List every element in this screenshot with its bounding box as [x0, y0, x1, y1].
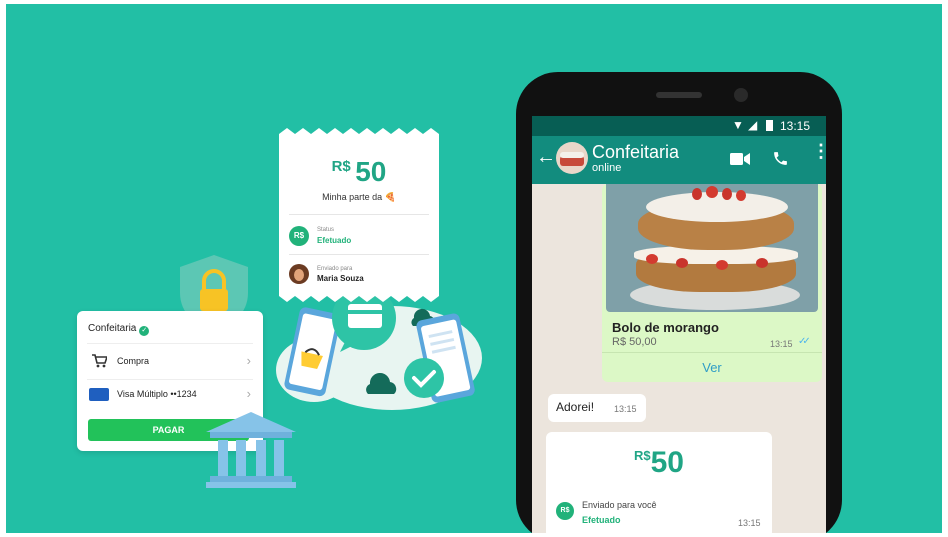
divider: [87, 343, 253, 344]
status-value: Efetuado: [317, 236, 352, 245]
payment-time: 13:15: [738, 518, 761, 528]
purchase-label: Compra: [117, 356, 150, 366]
signal-icon: ◢: [748, 118, 758, 132]
receipt-note: Minha parte da 🍕: [322, 192, 396, 202]
phone-camera: [734, 88, 748, 102]
battery-icon: [766, 120, 773, 131]
payment-receipt: R$ 50 Minha parte da 🍕 R$ Status Efetuad…: [279, 128, 439, 302]
divider: [289, 254, 429, 255]
video-call-icon[interactable]: [730, 152, 750, 166]
payment-status: Efetuado: [582, 515, 621, 525]
rs-badge: R$: [556, 502, 574, 520]
phone-device: ▼ ◢ 13:15 ← Confeitaria online ⋮ Bolo de…: [516, 72, 842, 533]
receipt-currency: R$: [331, 158, 351, 175]
payment-message[interactable]: R$50 R$ Enviado para você Efetuado 13:15: [546, 432, 772, 533]
product-time: 13:15: [770, 339, 793, 349]
phone-speaker: [656, 92, 702, 98]
chevron-right-icon: ›: [246, 386, 251, 401]
divider: [602, 352, 822, 353]
status-bar: ▼ ◢ 13:15: [532, 116, 826, 136]
payment-amount: R$50: [546, 446, 772, 480]
purchase-row[interactable]: Compra ›: [77, 347, 263, 377]
avatar: [289, 264, 309, 284]
contact-name[interactable]: Confeitaria: [592, 142, 679, 163]
product-message[interactable]: Bolo de morango R$ 50,00 13:15 ✓✓ Ver: [602, 184, 822, 382]
payment-illustration: [276, 286, 482, 410]
payment-recipient: Enviado para você: [582, 500, 657, 510]
promo-stage: R$ 50 Minha parte da 🍕 R$ Status Efetuad…: [6, 4, 942, 533]
card-row[interactable]: Visa Múltiplo ••1234 ›: [77, 380, 263, 410]
product-price: R$ 50,00: [612, 336, 657, 348]
verified-icon: ✓: [139, 326, 150, 336]
phone-call-icon[interactable]: [772, 150, 789, 167]
clock: 13:15: [780, 119, 811, 133]
cart-icon: [92, 354, 107, 368]
double-check-icon: ✓✓: [798, 336, 811, 347]
message-text: Adorei!: [556, 400, 595, 414]
chevron-right-icon: ›: [246, 353, 251, 368]
credit-card-icon: [89, 388, 109, 401]
sent-value: Maria Souza: [317, 274, 364, 283]
receipt-value: 50: [355, 156, 387, 187]
contact-avatar[interactable]: [556, 142, 588, 174]
payment-value: 50: [650, 446, 684, 479]
receipt-amount: R$ 50: [279, 156, 439, 188]
wifi-icon: ▼: [732, 118, 744, 132]
card-label: Visa Múltiplo ••1234: [117, 389, 197, 399]
back-arrow-icon[interactable]: ←: [536, 146, 556, 169]
incoming-message: Adorei! 13:15: [548, 394, 646, 422]
contact-status: online: [592, 162, 622, 174]
status-label: Status: [317, 227, 335, 233]
merchant-title: Confeitaria ✓: [88, 323, 150, 336]
chat-header: ← Confeitaria online ⋮: [532, 136, 826, 184]
bank-icon: [206, 412, 296, 488]
phone-screen: ▼ ◢ 13:15 ← Confeitaria online ⋮ Bolo de…: [532, 116, 826, 533]
product-name: Bolo de morango: [612, 320, 719, 335]
cake-image: [606, 184, 818, 312]
sent-label: Enviado para: [317, 266, 353, 272]
divider: [289, 214, 429, 215]
rs-badge: R$: [289, 226, 309, 246]
payment-currency: R$: [634, 448, 651, 463]
view-button[interactable]: Ver: [602, 360, 822, 375]
message-time: 13:15: [614, 404, 637, 414]
more-options-icon[interactable]: ⋮: [812, 142, 826, 160]
chat-area: Bolo de morango R$ 50,00 13:15 ✓✓ Ver Ad…: [532, 184, 826, 533]
merchant-name: Confeitaria: [88, 323, 137, 334]
